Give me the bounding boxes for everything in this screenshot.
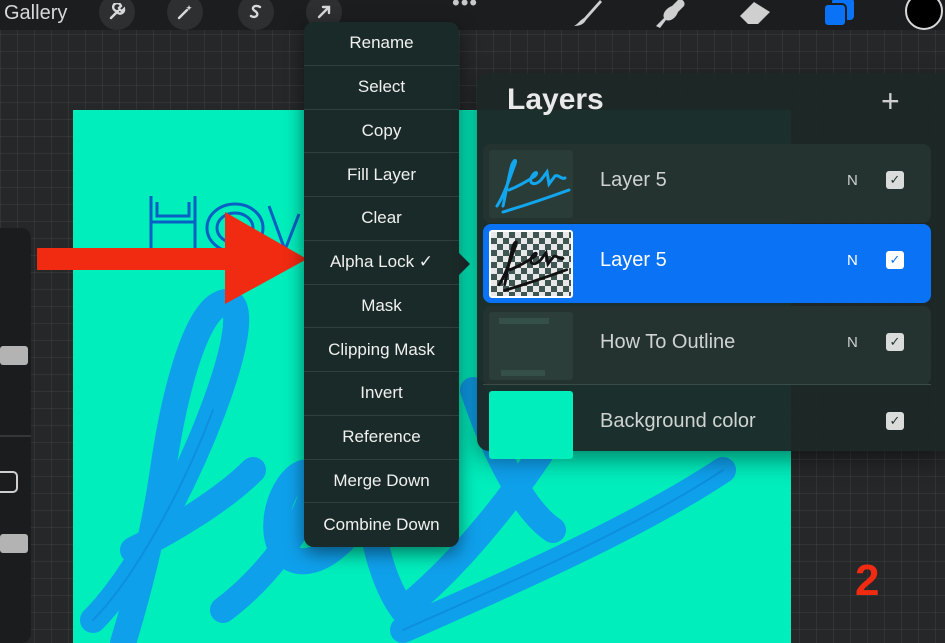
- annotation-arrow-icon: [37, 212, 307, 304]
- visibility-checkbox[interactable]: ✓: [886, 251, 904, 269]
- menu-item-select[interactable]: Select: [304, 66, 459, 110]
- add-layer-icon[interactable]: +: [881, 83, 900, 120]
- menu-item-combine-down[interactable]: Combine Down: [304, 503, 459, 547]
- step-number-annotation: 2: [855, 556, 880, 605]
- layer-name: Background color: [600, 410, 756, 432]
- layer-name: How To Outline: [600, 331, 736, 353]
- background-color-swatch[interactable]: [489, 391, 573, 459]
- gallery-button[interactable]: Gallery: [4, 2, 67, 25]
- blend-mode-button[interactable]: N: [847, 252, 858, 269]
- menu-item-reference[interactable]: Reference: [304, 416, 459, 460]
- layer-thumbnail: [489, 312, 573, 380]
- menu-item-rename[interactable]: Rename: [304, 22, 459, 66]
- opacity-slider-handle[interactable]: [0, 534, 28, 553]
- selection-s-icon[interactable]: [238, 0, 274, 30]
- menu-item-alpha-lock[interactable]: Alpha Lock ✓: [304, 241, 459, 285]
- layer-options-menu: Rename Select Copy Fill Layer Clear Alph…: [304, 22, 459, 547]
- smudge-icon[interactable]: [652, 0, 690, 35]
- magic-wand-icon[interactable]: [167, 0, 203, 30]
- menu-item-clear[interactable]: Clear: [304, 197, 459, 241]
- color-picker[interactable]: [905, 0, 943, 30]
- blend-mode-button[interactable]: N: [847, 172, 858, 189]
- menu-item-mask[interactable]: Mask: [304, 285, 459, 329]
- menu-pointer: [456, 250, 470, 278]
- layer-row[interactable]: How To Outline N ✓: [483, 306, 931, 385]
- visibility-checkbox[interactable]: ✓: [886, 412, 904, 430]
- menu-item-clipping-mask[interactable]: Clipping Mask: [304, 328, 459, 372]
- layers-icon[interactable]: [820, 0, 858, 35]
- layer-thumbnail: [489, 230, 573, 298]
- wrench-icon[interactable]: [99, 0, 135, 30]
- menu-item-copy[interactable]: Copy: [304, 110, 459, 154]
- layer-row-selected[interactable]: Layer 5 N ✓: [483, 224, 931, 303]
- layer-name: Layer 5: [600, 249, 667, 271]
- menu-item-invert[interactable]: Invert: [304, 372, 459, 416]
- sidebar-divider: [0, 435, 31, 437]
- layer-thumbnail: [489, 150, 573, 218]
- background-color-row[interactable]: Background color ✓: [483, 384, 931, 463]
- layers-panel: Layers + Layer 5 N ✓ Layer 5 N ✓ How To …: [477, 73, 945, 459]
- modify-button[interactable]: [0, 471, 18, 493]
- blend-mode-button[interactable]: N: [847, 334, 858, 351]
- brush-icon[interactable]: [570, 0, 606, 35]
- more-options-icon[interactable]: •••: [452, 0, 478, 16]
- visibility-checkbox[interactable]: ✓: [886, 333, 904, 351]
- top-toolbar: Gallery •••: [0, 0, 945, 30]
- menu-item-fill-layer[interactable]: Fill Layer: [304, 153, 459, 197]
- left-sidebar: [0, 228, 31, 643]
- eraser-icon[interactable]: [736, 0, 774, 35]
- visibility-checkbox[interactable]: ✓: [886, 171, 904, 189]
- layers-panel-title: Layers: [507, 83, 604, 116]
- menu-item-merge-down[interactable]: Merge Down: [304, 460, 459, 504]
- layer-row[interactable]: Layer 5 N ✓: [483, 144, 931, 223]
- layer-name: Layer 5: [600, 169, 667, 191]
- brush-size-slider-handle[interactable]: [0, 346, 28, 365]
